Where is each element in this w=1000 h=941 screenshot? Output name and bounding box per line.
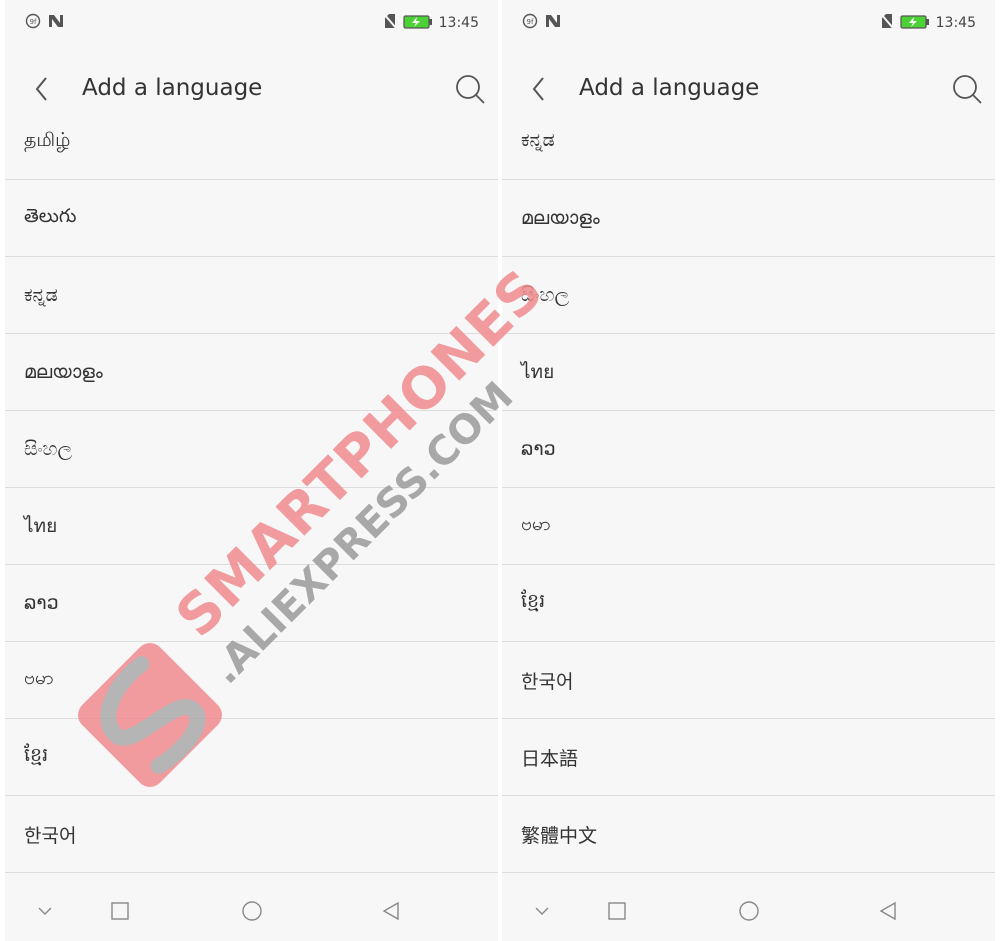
- page-title: Add a language: [82, 75, 263, 101]
- language-item[interactable]: ລາວ: [5, 565, 498, 642]
- language-item[interactable]: తెలుగు: [5, 180, 498, 257]
- status-bar: 9f 13:45: [502, 0, 995, 44]
- home-button[interactable]: [734, 896, 764, 926]
- language-item[interactable]: 한국어: [502, 642, 995, 719]
- search-button[interactable]: [951, 73, 983, 105]
- chevron-down-icon: [535, 907, 549, 915]
- language-item[interactable]: 繁體中文: [502, 796, 995, 873]
- language-item[interactable]: ဗမာ: [502, 488, 995, 565]
- no-sim-icon: [879, 13, 894, 33]
- chevron-left-icon: [532, 77, 544, 101]
- svg-text:9f: 9f: [527, 18, 534, 26]
- language-list: தமிழ் తెలుగు ಕನ್ನಡ മലയാളം සිංහල ไทย ລາວ …: [5, 118, 498, 873]
- language-item[interactable]: ខ្មែរ: [5, 719, 498, 796]
- language-item[interactable]: ລາວ: [502, 411, 995, 488]
- language-item[interactable]: മലയാളം: [5, 334, 498, 411]
- search-icon: [953, 75, 982, 104]
- language-item[interactable]: ဗမာ: [5, 642, 498, 719]
- page-title: Add a language: [579, 75, 760, 101]
- search-icon: [456, 75, 485, 104]
- notification-icon: 9f: [522, 13, 538, 33]
- n-icon: [47, 13, 65, 33]
- search-button[interactable]: [454, 73, 486, 105]
- battery-charging-icon: [900, 14, 930, 33]
- language-item[interactable]: ខ្មែរ: [502, 565, 995, 642]
- status-time: 13:45: [935, 15, 976, 31]
- language-item[interactable]: සිංහල: [502, 257, 995, 334]
- language-item[interactable]: ไทย: [5, 488, 498, 565]
- language-item[interactable]: ಕನ್ನಡ: [5, 257, 498, 334]
- language-item[interactable]: മലയാളം: [502, 180, 995, 257]
- phone-screen-left: 9f 13:45 Add a language தமிழ் తెలుగు ಕನ್…: [5, 0, 498, 941]
- square-icon: [608, 902, 626, 920]
- app-bar: Add a language: [502, 60, 995, 118]
- home-button[interactable]: [237, 896, 267, 926]
- navigation-bar: [502, 882, 995, 938]
- language-item[interactable]: 日本語: [502, 719, 995, 796]
- language-item[interactable]: ಕನ್ನಡ: [502, 118, 995, 180]
- triangle-left-icon: [879, 901, 896, 921]
- recents-button[interactable]: [105, 896, 135, 926]
- circle-icon: [739, 901, 759, 921]
- triangle-left-icon: [382, 901, 399, 921]
- status-bar: 9f 13:45: [5, 0, 498, 44]
- phone-screen-right: 9f 13:45 Add a language ಕನ್ನಡ മലയാളം සිං…: [502, 0, 995, 941]
- circle-icon: [242, 901, 262, 921]
- svg-text:9f: 9f: [30, 18, 37, 26]
- language-item[interactable]: 한국어: [5, 796, 498, 873]
- notification-icon: 9f: [25, 13, 41, 33]
- language-item[interactable]: தமிழ்: [5, 118, 498, 180]
- back-button[interactable]: [524, 73, 554, 105]
- battery-charging-icon: [403, 14, 433, 33]
- language-item[interactable]: සිංහල: [5, 411, 498, 488]
- back-nav-button[interactable]: [873, 896, 903, 926]
- status-time: 13:45: [438, 15, 479, 31]
- navigation-bar: [5, 882, 498, 938]
- app-bar: Add a language: [5, 60, 498, 118]
- chevron-down-icon: [38, 907, 52, 915]
- chevron-left-icon: [35, 77, 47, 101]
- back-button[interactable]: [27, 73, 57, 105]
- hide-nav-button[interactable]: [30, 896, 60, 926]
- no-sim-icon: [382, 13, 397, 33]
- language-list: ಕನ್ನಡ മലയാളം සිංහල ไทย ລາວ ဗမာ ខ្មែរ 한국어…: [502, 118, 995, 873]
- back-nav-button[interactable]: [376, 896, 406, 926]
- recents-button[interactable]: [602, 896, 632, 926]
- hide-nav-button[interactable]: [527, 896, 557, 926]
- n-icon: [544, 13, 562, 33]
- language-item[interactable]: ไทย: [502, 334, 995, 411]
- square-icon: [111, 902, 129, 920]
